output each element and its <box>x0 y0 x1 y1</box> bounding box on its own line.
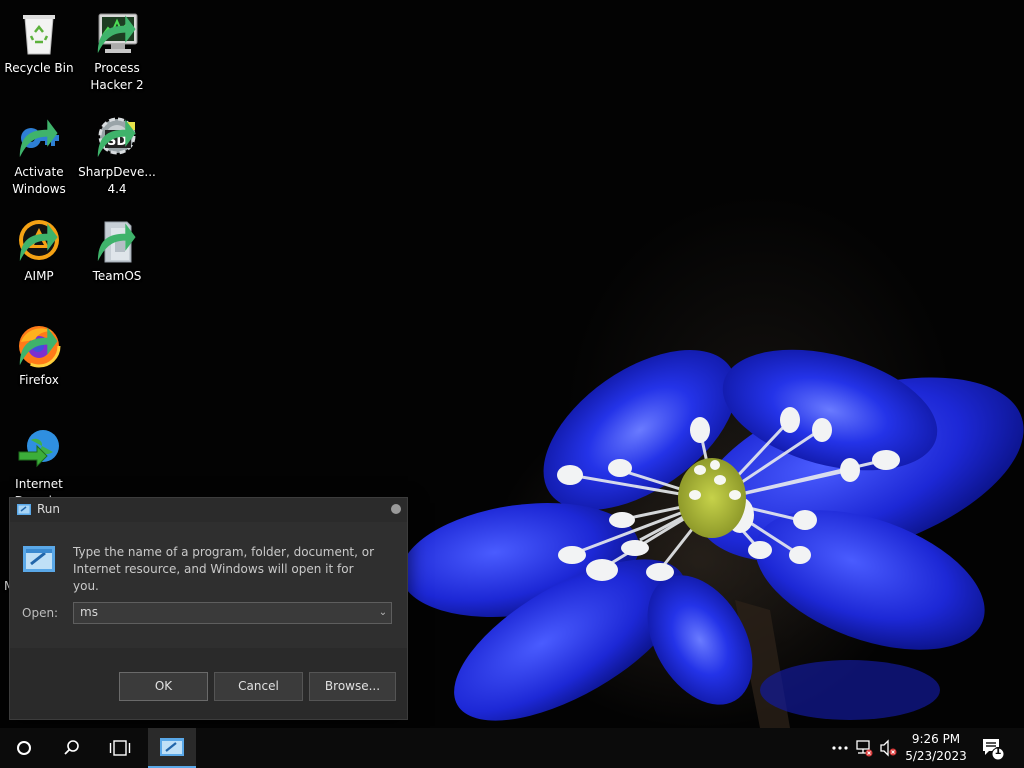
dialog-description: Type the name of a program, folder, docu… <box>73 545 375 593</box>
notification-count-badge: 1 <box>994 746 1002 757</box>
dialog-titlebar[interactable]: Run <box>10 498 407 522</box>
desktop-icon-process-hacker[interactable]: Process Hacker 2 <box>78 10 156 94</box>
system-clock[interactable]: 9:26 PM 5/23/2023 <box>898 731 974 765</box>
internet-download-manager-icon <box>15 426 63 474</box>
open-label: Open: <box>22 606 59 620</box>
dialog-footer: OK Cancel Browse... <box>10 648 407 719</box>
run-dialog: Run Type the name of a program, folder, … <box>9 497 408 720</box>
desktop-icon-label: AIMP <box>24 269 54 283</box>
search-button[interactable] <box>48 728 96 768</box>
desktop-icon-teamos[interactable]: TeamOS <box>78 218 156 285</box>
desktop-icon-activate-windows[interactable]: Activate Windows <box>0 114 78 198</box>
shortcut-arrow-icon <box>19 327 58 366</box>
process-hacker-icon <box>93 10 141 58</box>
taskbar: 9:26 PM 5/23/2023 1 <box>0 728 1024 768</box>
open-combobox[interactable]: ms ⌄ <box>73 602 392 624</box>
chevron-down-icon[interactable]: ⌄ <box>375 603 391 623</box>
shortcut-arrow-icon <box>19 119 58 158</box>
sharpdevelop-icon: SD <box>93 114 141 162</box>
aimp-icon <box>15 218 63 266</box>
ok-button[interactable]: OK <box>119 672 208 701</box>
run-app-icon <box>23 546 55 572</box>
desktop-icon-label: Activate Windows <box>12 165 66 196</box>
recycle-bin-icon <box>15 10 63 58</box>
desktop-icon-firefox[interactable]: Firefox <box>0 322 78 389</box>
shortcut-arrow-icon <box>97 119 136 158</box>
desktop-icon-label: TeamOS <box>92 269 142 283</box>
key-icon <box>15 114 63 162</box>
task-view-icon <box>109 740 131 756</box>
run-app-icon <box>17 504 31 515</box>
dialog-title: Run <box>37 502 61 516</box>
desktop-icon-label: Process Hacker 2 <box>90 61 144 92</box>
overflow-icon[interactable] <box>830 738 850 758</box>
taskbar-run-app[interactable] <box>148 728 196 768</box>
volume-muted-icon[interactable] <box>878 738 898 758</box>
dialog-body: Type the name of a program, folder, docu… <box>10 522 407 648</box>
close-button[interactable] <box>391 504 401 514</box>
cancel-button[interactable]: Cancel <box>214 672 303 701</box>
start-icon <box>17 741 31 755</box>
network-icon[interactable] <box>854 738 874 758</box>
shortcut-arrow-icon <box>97 223 136 262</box>
desktop-icon-label: Firefox <box>19 373 59 387</box>
desktop-icon-recycle-bin[interactable]: Recycle Bin <box>0 10 78 77</box>
teamos-icon <box>93 218 141 266</box>
clock-date: 5/23/2023 <box>905 749 967 763</box>
clock-time: 9:26 PM <box>911 732 961 746</box>
desktop-icon-label: SharpDeve... 4.4 <box>78 165 156 196</box>
task-view-button[interactable] <box>96 728 144 768</box>
desktop-icon-sharpdevelop[interactable]: SD SharpDeve... 4.4 <box>78 114 156 198</box>
search-icon <box>64 740 79 755</box>
run-app-icon <box>160 738 184 756</box>
shortcut-arrow-icon <box>97 15 136 54</box>
firefox-icon <box>15 322 63 370</box>
desktop-icon-label: Recycle Bin <box>4 61 74 75</box>
shortcut-arrow-icon <box>19 223 58 262</box>
browse-button[interactable]: Browse... <box>309 672 396 701</box>
open-input[interactable]: ms <box>80 605 98 619</box>
action-center-button[interactable]: 1 <box>980 736 1005 761</box>
start-button[interactable] <box>0 728 48 768</box>
desktop-icon-aimp[interactable]: AIMP <box>0 218 78 285</box>
